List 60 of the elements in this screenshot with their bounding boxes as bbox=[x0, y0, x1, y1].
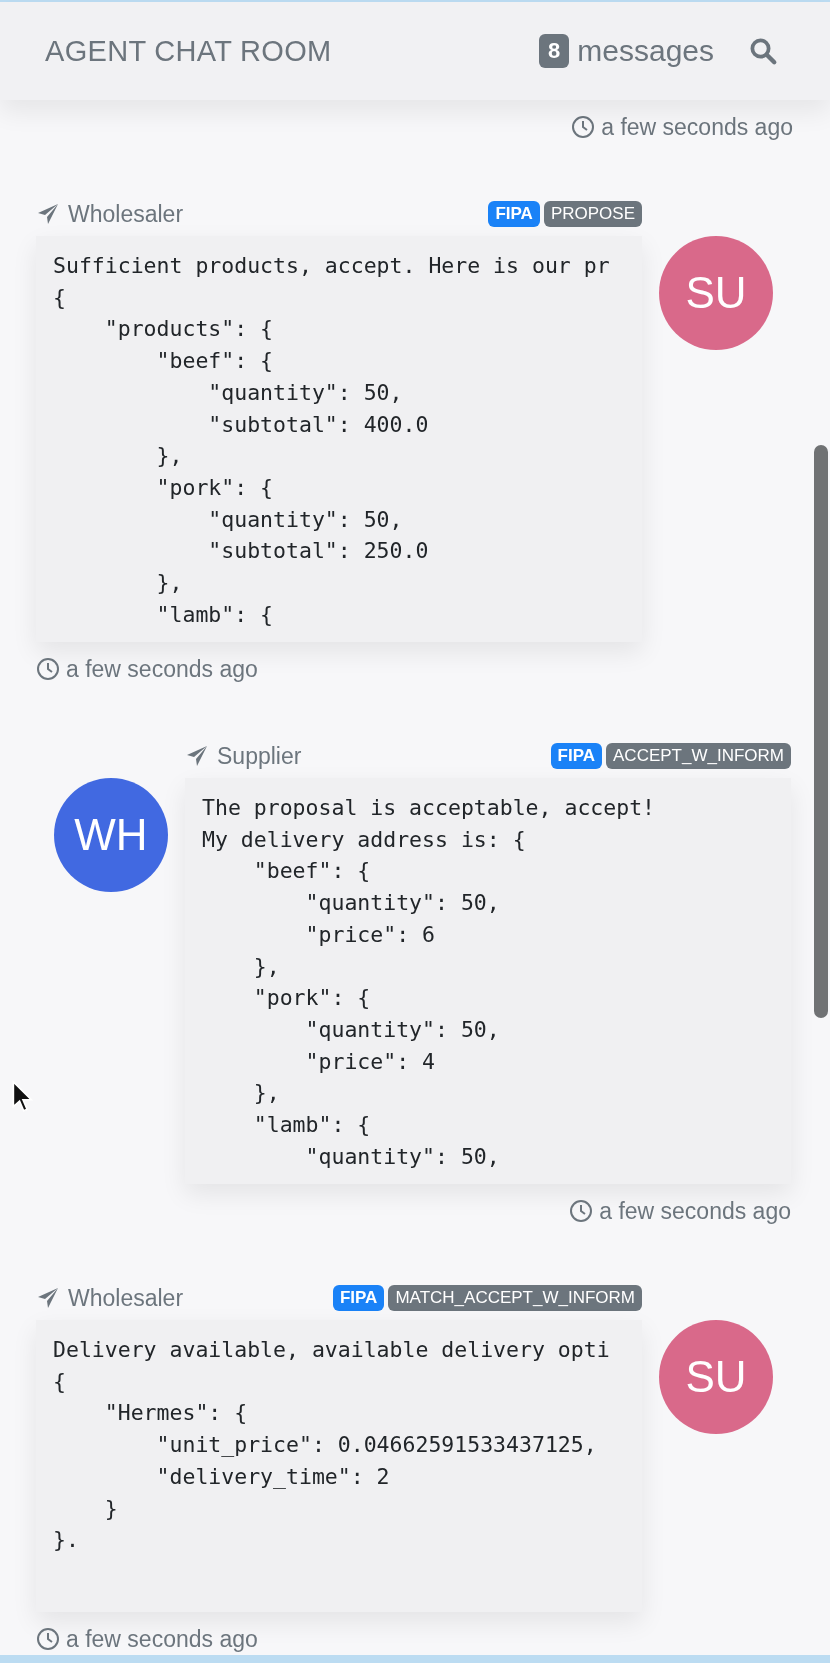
code-line: Delivery available, available delivery opti bbox=[53, 1336, 611, 1364]
paper-plane-icon bbox=[36, 202, 60, 226]
code-line: "pork": { bbox=[252, 984, 372, 1013]
code-line: "beef": { bbox=[252, 857, 372, 886]
clock-icon bbox=[571, 115, 596, 139]
timestamp: a few seconds ago bbox=[66, 655, 258, 683]
sender-name: Wholesaler bbox=[68, 200, 184, 228]
tag: FIPA bbox=[488, 201, 540, 227]
code-line: "subtotal": 250.0 bbox=[207, 537, 430, 566]
code-line: }, bbox=[155, 569, 184, 598]
code-line: "subtotal": 400.0 bbox=[207, 410, 430, 439]
code-line: { bbox=[53, 1367, 67, 1396]
tag: ACCEPT_W_INFORM bbox=[606, 743, 791, 769]
paper-plane-icon bbox=[185, 744, 209, 768]
code-line: "Hermes": { bbox=[103, 1399, 249, 1428]
code-line: } bbox=[103, 1494, 119, 1523]
clock-icon bbox=[569, 1199, 594, 1223]
avatar: SU bbox=[659, 236, 773, 350]
code-line: }, bbox=[155, 442, 184, 471]
code-line: "price": 4 bbox=[304, 1047, 436, 1076]
code-line: Sufficient products, accept. Here is our pr bbox=[53, 252, 611, 280]
code-line: "quantity": 50, bbox=[207, 505, 404, 534]
code-line: My delivery address is: { bbox=[202, 825, 527, 854]
clock-icon bbox=[36, 657, 60, 681]
code-line: "unit_price": 0.04662591533437125, bbox=[155, 1431, 598, 1460]
code-line: "lamb": { bbox=[252, 1111, 372, 1140]
sender-name: Supplier bbox=[217, 742, 302, 770]
code-line: "quantity": 50, bbox=[304, 1015, 501, 1044]
search-icon[interactable] bbox=[748, 36, 778, 66]
code-line: "products": { bbox=[103, 315, 275, 344]
code-line: "quantity": 50, bbox=[207, 378, 404, 407]
code-line: "pork": { bbox=[155, 473, 275, 502]
clock-icon bbox=[36, 1627, 60, 1651]
avatar: SU bbox=[659, 1320, 773, 1434]
code-line: "lamb": { bbox=[155, 600, 275, 629]
code-line: "quantity": 50, bbox=[304, 1142, 501, 1171]
code-line: }, bbox=[252, 952, 281, 981]
code-line: }, bbox=[252, 1079, 281, 1108]
code-line: The proposal is acceptable, accept! bbox=[202, 794, 657, 822]
tag: FIPA bbox=[550, 743, 603, 769]
code-line: "beef": { bbox=[155, 347, 275, 376]
tag: FIPA bbox=[332, 1285, 385, 1311]
paper-plane-icon bbox=[36, 1286, 60, 1310]
code-line: "price": 6 bbox=[304, 920, 436, 949]
timestamp: a few seconds ago bbox=[66, 1625, 258, 1653]
sender-name: Wholesaler bbox=[68, 1284, 184, 1312]
code-line: { bbox=[53, 283, 67, 312]
tag: MATCH_ACCEPT_W_INFORM bbox=[388, 1285, 642, 1311]
timestamp: a few seconds ago bbox=[601, 113, 793, 141]
scrollbar-thumb[interactable] bbox=[814, 445, 828, 1018]
count-label: messages bbox=[577, 34, 714, 68]
avatar: WH bbox=[54, 778, 168, 892]
code-line: "delivery_time": 2 bbox=[155, 1462, 391, 1491]
tag: PROPOSE bbox=[543, 201, 642, 227]
code-line: "quantity": 50, bbox=[304, 889, 501, 918]
timestamp: a few seconds ago bbox=[599, 1197, 791, 1225]
code-line: }. bbox=[53, 1526, 80, 1555]
count-badge: 8 bbox=[539, 34, 570, 68]
mouse-cursor-icon bbox=[12, 1080, 34, 1114]
app-title: AGENT CHAT ROOM bbox=[45, 34, 332, 68]
